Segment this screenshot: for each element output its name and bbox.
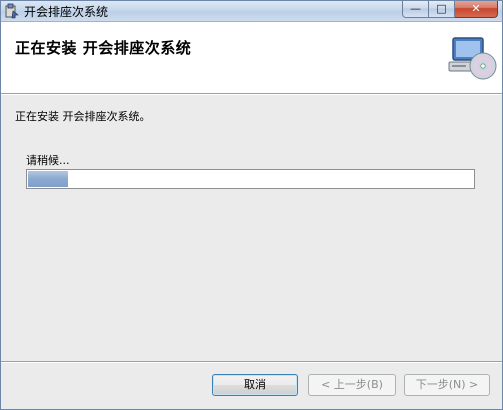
window-title: 开会排座次系统 (24, 5, 109, 19)
install-status-text: 正在安装 开会排座次系统。 (15, 110, 151, 123)
install-progress-bar (26, 169, 475, 189)
cancel-button[interactable]: 取消 (212, 374, 298, 396)
installer-app-icon (5, 3, 19, 19)
window-controls: — □ ✕ (402, 0, 498, 19)
next-button[interactable]: 下一步(N) > (404, 374, 490, 396)
computer-cd-icon (448, 37, 497, 80)
content-panel: 正在安装 开会排座次系统。 请稍候... (1, 95, 502, 362)
close-button[interactable]: ✕ (455, 0, 498, 18)
page-title: 正在安装 开会排座次系统 (15, 39, 192, 57)
please-wait-label: 请稍候... (26, 154, 70, 167)
minimize-button[interactable]: — (402, 0, 429, 18)
button-bar: 取消 < 上一步(B) 下一步(N) > (1, 363, 502, 409)
title-bar[interactable]: 开会排座次系统 — □ ✕ (0, 0, 503, 22)
maximize-icon: □ (436, 2, 447, 15)
header-banner: 正在安装 开会排座次系统 (1, 22, 502, 94)
maximize-button[interactable]: □ (429, 0, 455, 18)
back-button[interactable]: < 上一步(B) (308, 374, 396, 396)
progress-fill (28, 171, 69, 187)
minimize-icon: — (410, 2, 421, 15)
close-icon: ✕ (471, 2, 481, 15)
